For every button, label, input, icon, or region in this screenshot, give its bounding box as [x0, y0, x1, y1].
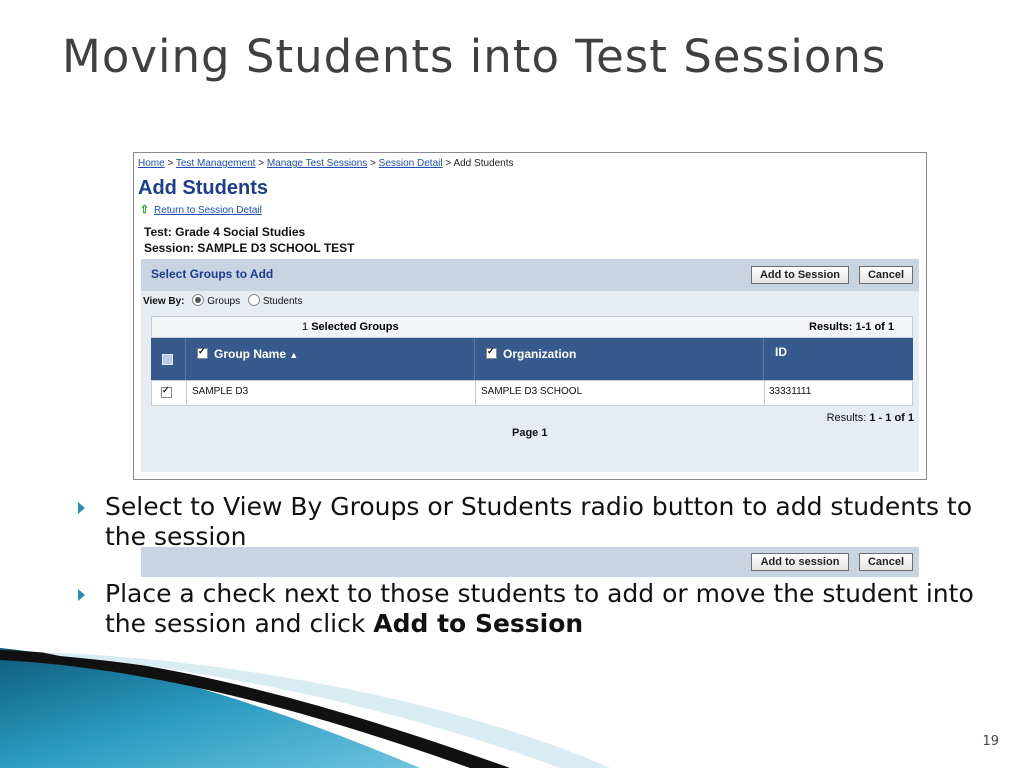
results-top: Results: 1-1 of 1: [809, 321, 894, 333]
cell-divider: [764, 381, 765, 405]
breadcrumb-home[interactable]: Home: [138, 158, 165, 169]
breadcrumb-manage-sessions[interactable]: Manage Test Sessions: [267, 158, 367, 169]
col-organization-label: Organization: [503, 347, 577, 361]
cell-id: 33331111: [769, 386, 812, 397]
col-group-name[interactable]: Group Name ▲: [197, 346, 299, 361]
table-header: Group Name ▲ Organization ID: [151, 338, 913, 380]
triangle-bullet-icon: [78, 589, 85, 601]
up-arrow-icon: ⇧: [140, 204, 150, 216]
breadcrumb-sep: >: [370, 158, 376, 169]
breadcrumb-sep: >: [258, 158, 265, 169]
results-bottom: Results: 1 - 1 of 1: [827, 412, 914, 424]
row-checkbox[interactable]: [161, 385, 172, 398]
panel-title: Select Groups to Add: [151, 267, 274, 281]
test-line: Test: Grade 4 Social Studies: [144, 225, 306, 239]
panel-header: Select Groups to Add Add to Session Canc…: [141, 259, 919, 291]
slide-title: Moving Students into Test Sessions: [62, 30, 887, 83]
cell-group-name: SAMPLE D3: [192, 386, 249, 397]
view-by-label: View By:: [143, 296, 185, 307]
selection-summary: 1 Selected Groups Results: 1-1 of 1: [151, 316, 913, 338]
slide-number: 19: [982, 734, 999, 749]
results-bottom-label: Results:: [826, 412, 867, 424]
header-divider: [185, 338, 186, 380]
groups-radio[interactable]: [192, 294, 205, 306]
add-to-session-button-top[interactable]: Add to Session: [751, 266, 849, 284]
students-radio-label: Students: [262, 296, 303, 307]
breadcrumb: Home > Test Management > Manage Test Ses…: [138, 158, 514, 169]
column-checkbox-icon: [486, 346, 497, 359]
page-indicator: Page 1: [512, 427, 548, 439]
breadcrumb-test-management[interactable]: Test Management: [176, 158, 256, 169]
cancel-button-top[interactable]: Cancel: [859, 266, 913, 284]
results-bottom-value: 1 - 1 of 1: [869, 412, 914, 424]
return-link[interactable]: Return to Session Detail: [154, 205, 262, 216]
header-divider: [763, 338, 764, 380]
selected-label: Selected Groups: [311, 321, 399, 333]
bullet-list: Select to View By Groups or Students rad…: [78, 492, 978, 666]
return-link-row: ⇧ Return to Session Detail: [140, 203, 262, 216]
bullet-item: Place a check next to those students to …: [78, 579, 978, 639]
cell-organization: SAMPLE D3 SCHOOL: [481, 386, 583, 397]
sort-up-icon: ▲: [289, 350, 299, 360]
select-all-checkbox[interactable]: [162, 354, 173, 365]
view-by-row: View By: Groups Students: [143, 294, 302, 307]
breadcrumb-current: Add Students: [453, 158, 514, 169]
breadcrumb-session-detail[interactable]: Session Detail: [379, 158, 443, 169]
session-line: Session: SAMPLE D3 SCHOOL TEST: [144, 241, 355, 255]
page-heading: Add Students: [138, 177, 268, 199]
header-divider: [474, 338, 475, 380]
students-radio[interactable]: [247, 294, 260, 306]
triangle-bullet-icon: [78, 502, 85, 514]
cell-divider: [186, 381, 187, 405]
select-all-cell: [162, 353, 173, 367]
cell-divider: [475, 381, 476, 405]
selected-summary: 1 Selected Groups: [302, 321, 399, 333]
groups-radio-label: Groups: [207, 296, 241, 307]
row-checkbox-cell: [161, 385, 172, 400]
column-checkbox-icon: [197, 346, 208, 359]
col-id[interactable]: ID: [775, 345, 787, 359]
breadcrumb-sep: >: [167, 158, 174, 169]
table-row[interactable]: SAMPLE D3 SAMPLE D3 SCHOOL 33331111: [151, 380, 913, 406]
screenshot-panel: Home > Test Management > Manage Test Ses…: [133, 152, 927, 577]
bullet-bold-text: Add to Session: [373, 609, 584, 638]
col-organization[interactable]: Organization: [486, 346, 577, 361]
selected-count: 1: [302, 321, 309, 333]
bullet-item: Select to View By Groups or Students rad…: [78, 492, 978, 552]
bullet-text: Select to View By Groups or Students rad…: [105, 492, 973, 551]
breadcrumb-sep: >: [445, 158, 452, 169]
col-group-name-label: Group Name: [214, 347, 287, 361]
